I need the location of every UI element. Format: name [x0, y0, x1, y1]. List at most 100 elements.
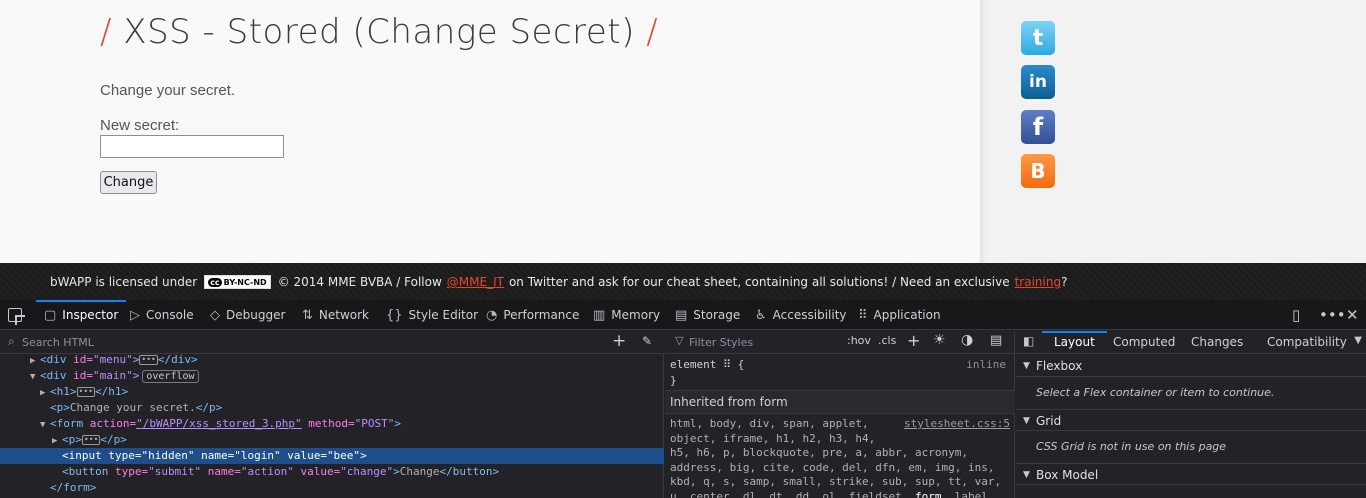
tab-label: Application [873, 308, 941, 322]
tag-end: > [360, 449, 367, 462]
content-shadow [980, 0, 986, 263]
tab-performance[interactable]: ◔ Performance [486, 300, 579, 330]
attr: type= [114, 465, 149, 478]
tab-memory[interactable]: ▥ Memory [593, 300, 660, 330]
overflow-badge[interactable]: overflow [142, 370, 199, 383]
markup-node-div-menu[interactable]: ▶ <div id="menu"> ••• </div> [0, 352, 664, 368]
attr: value= [280, 449, 327, 462]
box-model-section-header[interactable]: ▼ Box Model [1016, 463, 1366, 485]
eyedropper-icon[interactable]: ✎ [642, 334, 652, 348]
markup-pane: ⌕ + ✎ ▶<div id="menu">•••</div> ▼<div id… [0, 331, 664, 498]
selector-part: u, center, dl, dt, dd, ol, fieldset, [670, 489, 916, 498]
cls-toggle[interactable]: .cls [878, 334, 896, 347]
tab-inspector[interactable]: ▢ Inspector [35, 300, 127, 330]
attr: type= [108, 449, 142, 462]
hov-toggle[interactable]: :hov [847, 334, 871, 347]
section-title: Box Model [1036, 468, 1099, 482]
tab-label: Storage [693, 308, 741, 322]
element-picker-icon[interactable] [8, 308, 22, 322]
footer-line: bWAPP is licensed under cc BY-NC-ND © 201… [50, 275, 1067, 289]
dock-toggle-icon[interactable]: ▯ [1292, 306, 1300, 324]
collapse-arrow-icon[interactable]: ▼ [30, 369, 40, 385]
twitter-icon[interactable]: t [1021, 21, 1055, 55]
tag: <button [62, 465, 115, 478]
search-html-input[interactable] [22, 333, 582, 351]
change-button[interactable]: Change [100, 171, 157, 194]
close-tag: </p> [195, 401, 223, 414]
collapsed-dots-icon[interactable]: ••• [139, 355, 158, 365]
markup-node-div-main[interactable]: ▼ <div id="main"> overflow [0, 368, 664, 384]
expand-arrow-icon[interactable]: ▶ [52, 433, 62, 449]
markup-node-form-close[interactable]: </form> [0, 480, 664, 496]
tab-computed[interactable]: Computed [1113, 331, 1175, 354]
markup-node-h1[interactable]: ▶ <h1> ••• </h1> [0, 384, 664, 400]
close-icon[interactable]: ✕ [1346, 306, 1359, 324]
tag: <p> [50, 401, 70, 414]
cc-license-badge[interactable]: cc BY-NC-ND [204, 275, 271, 289]
collapsed-dots-icon[interactable]: ••• [76, 387, 95, 397]
linkedin-icon[interactable]: in [1021, 65, 1055, 99]
tab-network[interactable]: ⇅ Network [302, 300, 369, 330]
twitter-handle-link[interactable]: @MME_IT [447, 275, 504, 289]
print-media-icon[interactable]: ▤ [990, 333, 1002, 348]
inspector-icon: ▢ [44, 307, 57, 323]
add-node-icon[interactable]: + [612, 331, 626, 351]
tab-application[interactable]: ⠿ Application [858, 300, 941, 330]
tab-label: Console [146, 308, 194, 322]
tab-style-editor[interactable]: {} Style Editor [386, 300, 478, 330]
tab-changes[interactable]: Changes [1191, 331, 1243, 354]
markup-node-input-selected[interactable]: <input type="hidden" name="login" value=… [0, 448, 664, 464]
attr-value: "POST" [354, 417, 395, 430]
close-tag: </h1> [94, 385, 129, 398]
devtools-panel: ▢ Inspector ▷ Console ◇ Debugger ⇅ Network {… [0, 300, 1366, 498]
content-area: / XSS - Stored (Change Secret) / Change … [0, 0, 980, 263]
tag-end: > [393, 465, 400, 478]
attr-value: "submit" [148, 465, 202, 478]
grid-section-header[interactable]: ▼ Grid [1016, 409, 1366, 431]
flexbox-section-header[interactable]: ▼ Flexbox [1016, 355, 1366, 377]
attr-value-link[interactable]: "/bWAPP/xss_stored_3.php" [136, 417, 302, 430]
tab-label: Debugger [226, 308, 286, 322]
tab-storage[interactable]: ▤ Storage [675, 300, 740, 330]
facebook-icon[interactable]: f [1021, 110, 1055, 144]
tag: <p> [62, 433, 82, 446]
expand-arrow-icon[interactable]: ▶ [40, 385, 50, 401]
layout-pane: ◧ Layout Computed Changes Compatibility … [1016, 331, 1366, 498]
tab-layout[interactable]: Layout [1042, 331, 1107, 354]
filter-styles-input[interactable] [689, 333, 829, 351]
close-tag: </form> [50, 481, 97, 494]
dark-scheme-icon[interactable]: ◑ [961, 332, 973, 348]
new-secret-label: New secret: [100, 117, 180, 134]
title-slash-right: / [646, 12, 659, 52]
markup-node-form[interactable]: ▼ <form action="/bWAPP/xss_stored_3.php" … [0, 416, 664, 432]
training-link[interactable]: training [1015, 275, 1062, 289]
collapse-arrow-icon[interactable]: ▼ [40, 417, 50, 433]
tab-debugger[interactable]: ◇ Debugger [210, 300, 285, 330]
rules-toolbar: ▽ :hov .cls + ☀ ◑ ▤ [665, 331, 1015, 354]
collapsed-dots-icon[interactable]: ••• [81, 435, 101, 445]
markup-node-button[interactable]: <button type="submit" name="action" valu… [0, 464, 664, 480]
element-rule[interactable]: element ⠿ {inline } [670, 357, 1010, 389]
attr: id= [73, 353, 93, 366]
inherited-from-header: Inherited from form [665, 390, 1015, 414]
markup-search-bar: ⌕ + ✎ [0, 331, 664, 354]
attr-value: "main" [93, 369, 133, 382]
tab-accessibility[interactable]: ♿ Accessibility [755, 300, 847, 330]
stylesheet-source-link[interactable]: stylesheet.css:5 [904, 417, 1010, 430]
tab-label: Inspector [62, 308, 119, 322]
tab-console[interactable]: ▷ Console [130, 300, 194, 330]
new-secret-input[interactable] [100, 135, 284, 158]
chevron-down-icon[interactable]: ▼ [1354, 335, 1362, 346]
markup-node-form-p[interactable]: ▶ <p> ••• </p> [0, 432, 664, 448]
sidebar-toggle-icon[interactable]: ◧ [1023, 334, 1034, 348]
expand-arrow-icon[interactable]: ▶ [30, 353, 40, 369]
markup-node-p[interactable]: <p>Change your secret.</p> [0, 400, 664, 416]
attr: name= [201, 465, 241, 478]
blogger-icon[interactable]: B [1021, 154, 1055, 188]
tab-compatibility[interactable]: Compatibility [1267, 331, 1347, 354]
add-rule-icon[interactable]: + [907, 331, 920, 350]
light-scheme-icon[interactable]: ☀ [933, 332, 946, 348]
attr: value= [293, 465, 341, 478]
footer-end-mark: ? [1061, 275, 1068, 289]
more-options-icon[interactable]: ••• [1319, 306, 1346, 324]
